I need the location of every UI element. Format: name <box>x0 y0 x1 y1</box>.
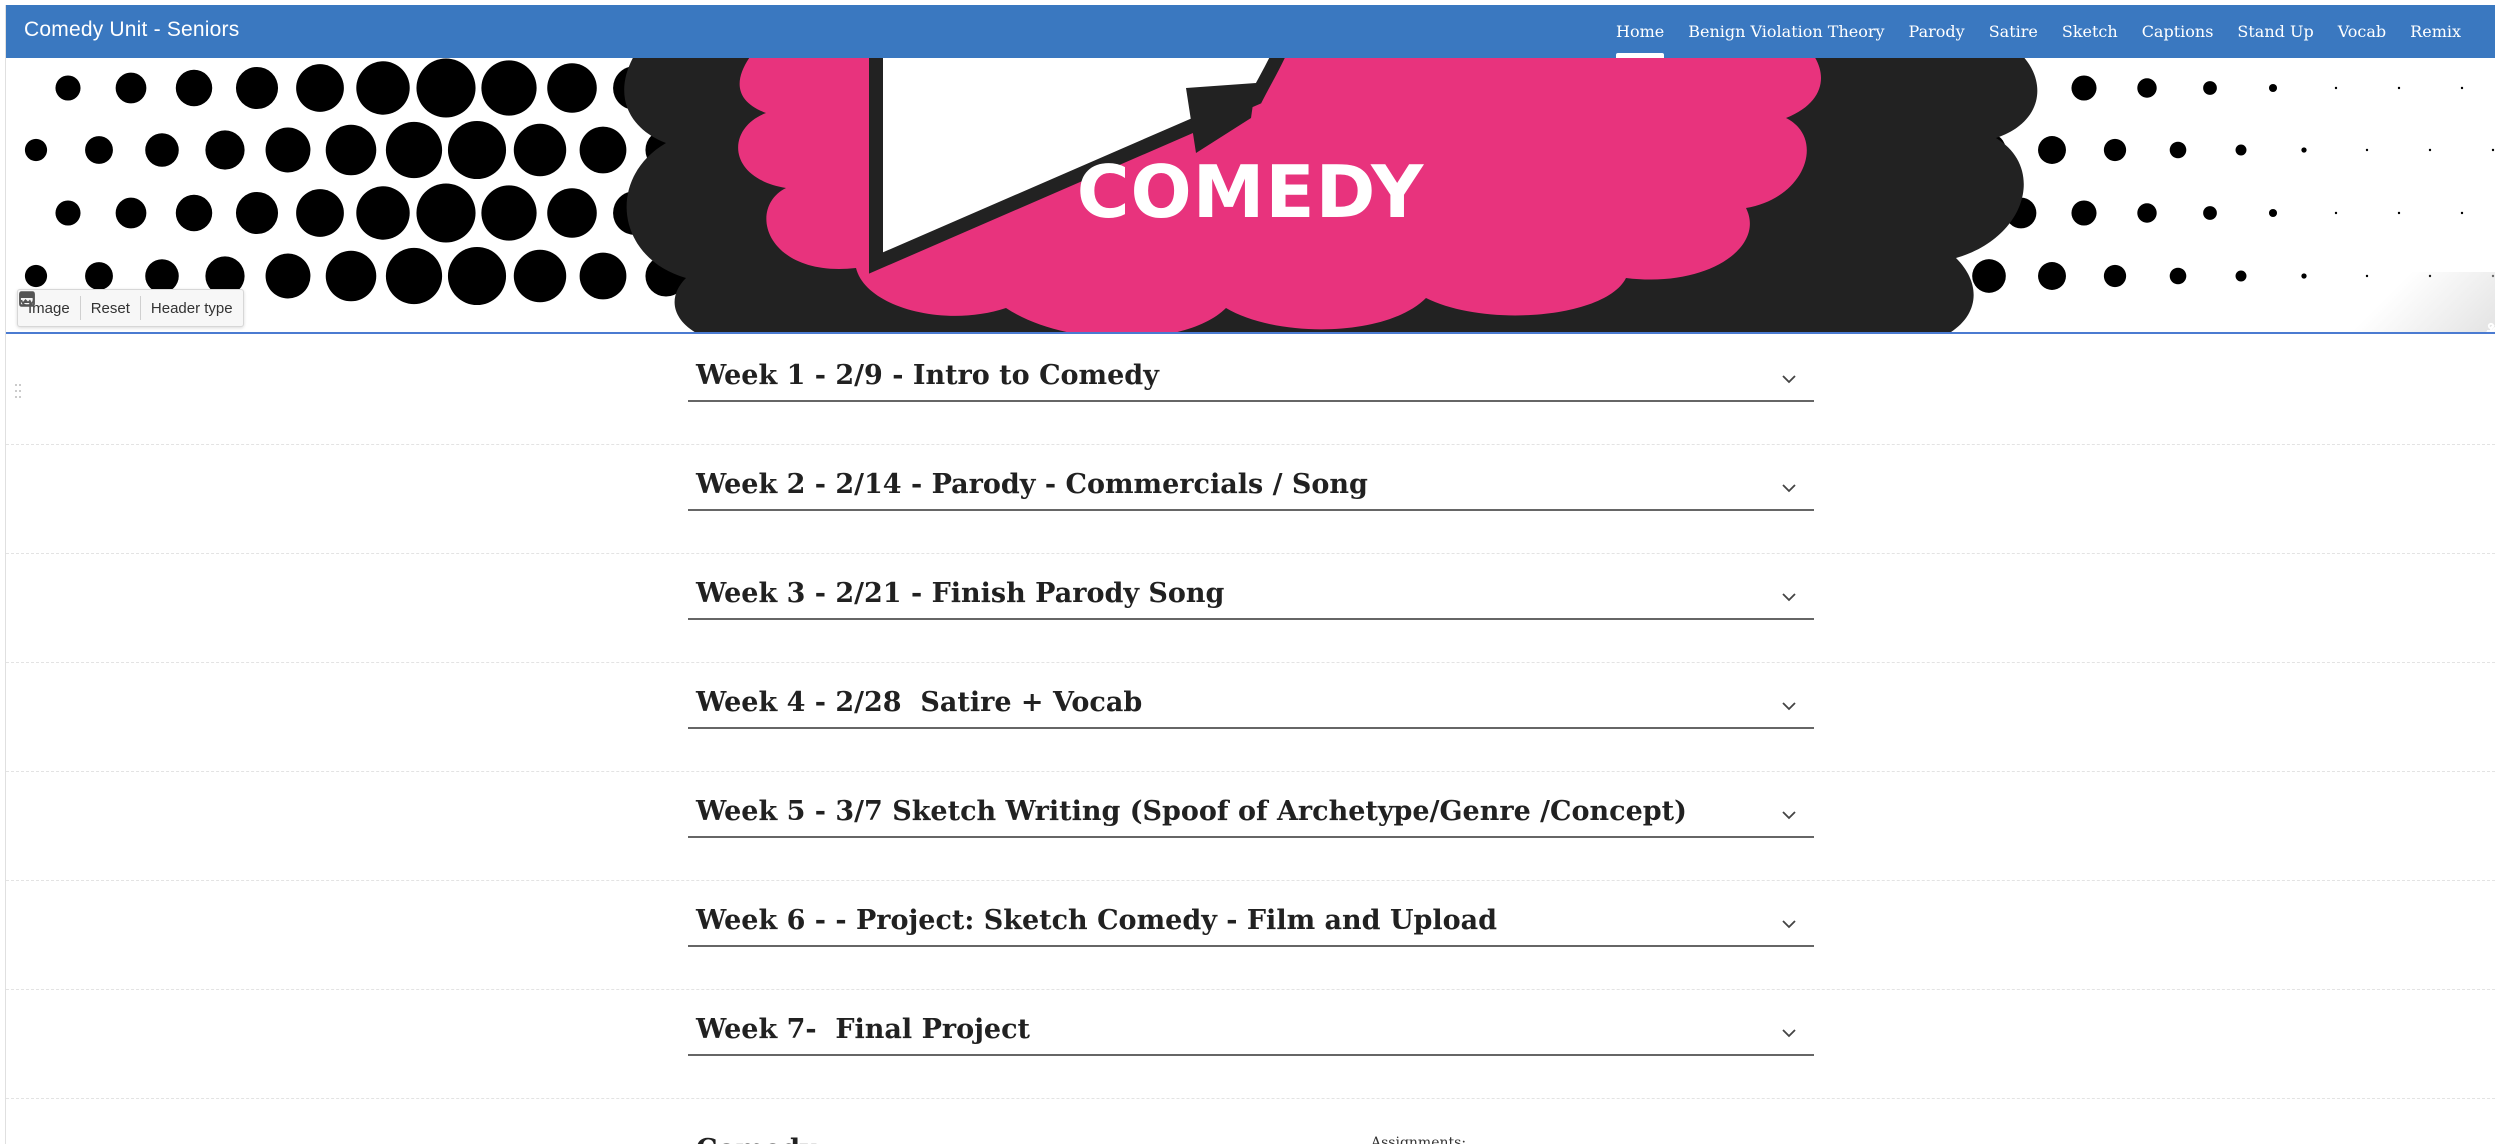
week-1-accordion[interactable]: Week 1 - 2/9 - Intro to Comedy <box>688 360 1814 402</box>
nav-item-benign-violation-theory[interactable]: Benign Violation Theory <box>1676 5 1896 58</box>
halftone-dot <box>2268 83 2278 93</box>
halftone-dot <box>579 252 627 300</box>
nav-item-home[interactable]: Home <box>1604 5 1676 58</box>
bottom-content-peek: Comedy Assignments: <box>6 1099 2495 1144</box>
drag-handle-icon[interactable] <box>14 382 22 400</box>
reset-label: Reset <box>90 299 130 317</box>
chevron-down-icon <box>1782 1029 1796 1038</box>
header-type-button[interactable]: Header type <box>19 290 243 326</box>
comedy-section-heading: Comedy <box>696 1134 816 1144</box>
halftone-dot <box>416 58 476 118</box>
halftone-dot <box>24 264 48 288</box>
top-app-bar: Comedy Unit - Seniors Home Benign Violat… <box>6 5 2495 58</box>
halftone-dot <box>356 61 410 115</box>
page-frame: Comedy Unit - Seniors Home Benign Violat… <box>5 5 2495 1144</box>
nav-item-stand-up[interactable]: Stand Up <box>2225 5 2325 58</box>
halftone-dot <box>2397 86 2401 90</box>
halftone-dot <box>2137 78 2157 98</box>
chevron-down-icon <box>1782 484 1796 493</box>
section-row: Week 7- Final Project <box>6 990 2495 1099</box>
nav-item-vocab[interactable]: Vocab <box>2326 5 2398 58</box>
halftone-dot <box>55 75 81 101</box>
nav-item-remix[interactable]: Remix <box>2398 5 2473 58</box>
halftone-dot <box>2301 273 2307 279</box>
accordion-title: Week 5 - 3/7 Sketch Writing (Spoof of Ar… <box>696 796 1687 827</box>
halftone-dot <box>2460 86 2464 90</box>
halftone-dot <box>385 247 443 305</box>
halftone-dot <box>296 64 344 112</box>
halftone-dot <box>481 60 537 116</box>
chevron-down-icon <box>1782 702 1796 711</box>
section-row: Week 1 - 2/9 - Intro to Comedy <box>6 336 2495 445</box>
halftone-dot <box>447 246 507 306</box>
chevron-down-icon <box>1782 920 1796 929</box>
chevron-down-icon <box>1782 811 1796 820</box>
accordion-title: Week 2 - 2/14 - Parody - Commercials / S… <box>696 469 1368 500</box>
halftone-dot <box>547 63 597 113</box>
week-2-accordion[interactable]: Week 2 - 2/14 - Parody - Commercials / S… <box>688 469 1814 511</box>
chevron-down-icon <box>1782 593 1796 602</box>
section-row: Week 6 - - Project: Sketch Comedy - Film… <box>6 881 2495 990</box>
accordion-title: Week 4 - 2/28 Satire + Vocab <box>696 687 1143 718</box>
halftone-dot <box>2235 270 2247 282</box>
site-navigation: Home Benign Violation Theory Parody Sati… <box>1604 5 2473 58</box>
chevron-down-icon <box>1782 375 1796 384</box>
halftone-dot <box>513 249 567 303</box>
anchor-icon[interactable] <box>2481 322 2495 334</box>
accordion-title: Week 3 - 2/21 - Finish Parody Song <box>696 578 1225 609</box>
nav-item-sketch[interactable]: Sketch <box>2050 5 2130 58</box>
assignments-label: Assignments: <box>1371 1135 1467 1144</box>
header-type-label: Header type <box>150 299 233 317</box>
nav-item-satire[interactable]: Satire <box>1977 5 2050 58</box>
section-row: Week 4 - 2/28 Satire + Vocab <box>6 663 2495 772</box>
nav-item-captions[interactable]: Captions <box>2130 5 2226 58</box>
banner-title[interactable]: COMEDY <box>6 150 2495 234</box>
accordion-title: Week 7- Final Project <box>696 1014 1030 1045</box>
banner-corner-fade <box>2315 272 2495 332</box>
halftone-dot <box>265 253 311 299</box>
section-row: Week 5 - 3/7 Sketch Writing (Spoof of Ar… <box>6 772 2495 881</box>
week-7-accordion[interactable]: Week 7- Final Project <box>688 1014 1814 1056</box>
banner-edit-toolbar: Image Reset Header type <box>17 289 244 327</box>
nav-item-parody[interactable]: Parody <box>1897 5 1977 58</box>
week-6-accordion[interactable]: Week 6 - - Project: Sketch Comedy - Film… <box>688 905 1814 947</box>
header-type-icon <box>19 292 35 306</box>
halftone-dot <box>145 259 179 293</box>
halftone-dot <box>2169 267 2187 285</box>
site-title[interactable]: Comedy Unit - Seniors <box>24 18 239 42</box>
accordion-title: Week 6 - - Project: Sketch Comedy - Film… <box>696 905 1498 936</box>
section-row: Week 3 - 2/21 - Finish Parody Song <box>6 554 2495 663</box>
halftone-dot <box>2203 81 2217 95</box>
halftone-dot <box>175 69 213 107</box>
week-5-accordion[interactable]: Week 5 - 3/7 Sketch Writing (Spoof of Ar… <box>688 796 1814 838</box>
halftone-dot <box>2334 86 2338 90</box>
header-banner[interactable]: COMEDY Image Reset Header type <box>6 58 2495 334</box>
week-3-accordion[interactable]: Week 3 - 2/21 - Finish Parody Song <box>688 578 1814 620</box>
halftone-dot <box>2038 262 2066 290</box>
halftone-dot <box>235 66 279 110</box>
halftone-dot <box>1972 259 2006 293</box>
halftone-dot <box>2103 264 2127 288</box>
accordion-title: Week 1 - 2/9 - Intro to Comedy <box>696 360 1159 391</box>
reset-button[interactable]: Reset <box>20 290 140 326</box>
halftone-dot <box>85 262 113 290</box>
week-4-accordion[interactable]: Week 4 - 2/28 Satire + Vocab <box>688 687 1814 729</box>
halftone-dot <box>325 250 377 302</box>
collapsible-sections: Week 1 - 2/9 - Intro to Comedy Week 2 - … <box>6 336 2495 1099</box>
section-row: Week 2 - 2/14 - Parody - Commercials / S… <box>6 445 2495 554</box>
halftone-dot <box>2071 75 2097 101</box>
halftone-dot <box>115 72 147 104</box>
